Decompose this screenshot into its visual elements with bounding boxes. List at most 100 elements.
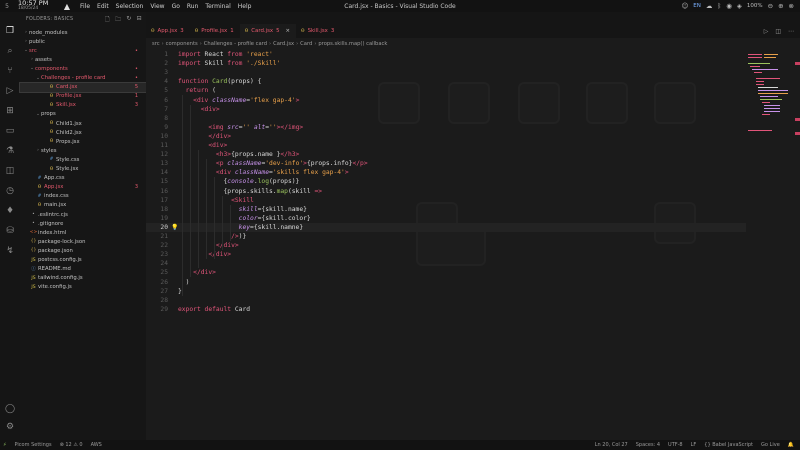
line-number[interactable]: 19 <box>146 215 168 222</box>
line-number[interactable]: 18 <box>146 206 168 213</box>
line-number[interactable]: 2 <box>146 60 168 67</box>
new-folder-icon[interactable]: 🗀 <box>115 15 121 25</box>
scrollbar-error-mark[interactable] <box>795 62 800 65</box>
keyboard-layout[interactable]: EN <box>693 3 701 9</box>
line-number[interactable]: 16 <box>146 188 168 195</box>
code-line[interactable]: 14 <div className='skills flex gap-4'> <box>146 168 746 177</box>
line-number[interactable]: 7 <box>146 106 168 113</box>
tree-folder[interactable]: ⌄ Challenges - profile card • <box>20 74 146 83</box>
tree-file[interactable]: ϴ Card.jsx 5 <box>19 81 147 93</box>
line-number[interactable]: 9 <box>146 124 168 131</box>
breadcrumb-item[interactable]: props.skills.map() callback <box>318 41 387 47</box>
code-line[interactable]: 3 <box>146 68 746 77</box>
tree-file[interactable]: JS postcss.config.js <box>20 256 146 265</box>
line-number[interactable]: 27 <box>146 288 168 295</box>
code-line[interactable]: 28 <box>146 296 746 305</box>
menu-terminal[interactable]: Terminal <box>205 3 230 10</box>
tab-app-jsx[interactable]: ϴ App.jsx 3 <box>146 24 190 38</box>
code-line[interactable]: 24 <box>146 259 746 268</box>
minimap[interactable] <box>748 52 792 132</box>
tree-folder[interactable]: › public <box>20 37 146 46</box>
line-number[interactable]: 25 <box>146 269 168 276</box>
tree-folder[interactable]: ⌄ components • <box>20 64 146 73</box>
close-icon[interactable]: ⊗ <box>789 2 794 10</box>
breadcrumb-item[interactable]: Card <box>300 41 312 47</box>
code-line[interactable]: 5 return ( <box>146 86 746 95</box>
tree-file[interactable]: {} package-lock.json <box>20 237 146 246</box>
tree-file[interactable]: JS tailwind.config.js <box>20 274 146 283</box>
tree-file[interactable]: ϴmain.jsx <box>20 201 146 210</box>
collapse-all-icon[interactable]: ⊟ <box>137 15 142 25</box>
menu-go[interactable]: Go <box>172 3 180 10</box>
notifications-bell-icon[interactable]: 🔔 <box>788 442 794 448</box>
code-line[interactable]: 19 color={skill.color} <box>146 214 746 223</box>
code-line[interactable]: 25 </div> <box>146 268 746 277</box>
tab-close-icon[interactable]: × <box>286 28 291 34</box>
scrollbar-error-mark[interactable] <box>795 118 800 121</box>
line-number[interactable]: 8 <box>146 115 168 122</box>
run-icon[interactable]: ▷ <box>764 28 769 35</box>
code-line[interactable]: 8 <box>146 114 746 123</box>
extensions-icon[interactable]: ⊞ <box>0 106 20 116</box>
line-number[interactable]: 4 <box>146 78 168 85</box>
tree-file[interactable]: ϴ Skill.jsx 3 <box>20 101 146 110</box>
tree-file[interactable]: ⓘ README.md <box>20 265 146 274</box>
line-number[interactable]: 17 <box>146 197 168 204</box>
status-indentation[interactable]: Spaces: 4 <box>636 442 660 448</box>
run-debug-icon[interactable]: ▷ <box>0 86 20 96</box>
scrollbar-error-mark[interactable] <box>795 132 800 135</box>
line-number[interactable]: 1 <box>146 51 168 58</box>
tree-file[interactable]: <> index.html <box>20 228 146 237</box>
breadcrumb-item[interactable]: Challenges - profile card <box>204 41 267 47</box>
workspace-indicator[interactable]: 5 <box>0 3 14 10</box>
code-line[interactable]: 20 key={skill.namne} 💡 <box>146 222 746 232</box>
code-line[interactable]: 22 </div> <box>146 241 746 250</box>
line-number[interactable]: 15 <box>146 178 168 185</box>
code-line[interactable]: 7 <div> <box>146 105 746 114</box>
tree-file[interactable]: • .eslintrc.cjs <box>20 210 146 219</box>
tree-file[interactable]: • .gitignore <box>20 219 146 228</box>
accounts-icon[interactable]: ☺ <box>681 2 688 10</box>
tree-file[interactable]: # App.css <box>20 174 146 183</box>
status-cursor-position[interactable]: Ln 20, Col 27 <box>595 442 628 448</box>
bluetooth-icon[interactable]: ᛒ <box>717 2 721 10</box>
line-number[interactable]: 22 <box>146 242 168 249</box>
tab-skill-jsx[interactable]: ϴ Skill.jsx 3 <box>296 24 340 38</box>
line-number[interactable]: 5 <box>146 87 168 94</box>
cloud-icon[interactable]: ☁ <box>706 2 713 10</box>
tree-file[interactable]: ϴ App.jsx 3 <box>20 183 146 192</box>
tree-folder[interactable]: › node_modules <box>20 28 146 37</box>
menu-view[interactable]: View <box>150 3 164 10</box>
code-line[interactable]: 1 import React from 'react' <box>146 50 746 59</box>
tree-file[interactable]: # index.css <box>20 192 146 201</box>
code-line[interactable]: 12 <h3>{props.name }</h3> <box>146 150 746 159</box>
line-number[interactable]: 11 <box>146 142 168 149</box>
volume-icon[interactable]: ◉ <box>726 2 732 10</box>
tree-folder[interactable]: › assets <box>20 55 146 64</box>
tree-folder[interactable]: ⌄ src • <box>20 46 146 55</box>
menu-file[interactable]: File <box>80 3 90 10</box>
wifi-icon[interactable]: ◈ <box>737 2 742 10</box>
more-actions-icon[interactable]: ⋯ <box>788 28 794 35</box>
tree-file[interactable]: ϴ Profile.jsx 1 <box>20 92 146 101</box>
line-number[interactable]: 12 <box>146 151 168 158</box>
status-eol[interactable]: LF <box>691 442 697 448</box>
live-share-icon[interactable]: ↯ <box>0 246 20 256</box>
timeline-icon[interactable]: ◷ <box>0 186 20 196</box>
tree-file[interactable]: # Style.css <box>20 155 146 164</box>
menu-run[interactable]: Run <box>187 3 199 10</box>
status-aws[interactable]: AWS <box>91 442 102 448</box>
code-line[interactable]: 23 </div> <box>146 250 746 259</box>
line-number[interactable]: 14 <box>146 169 168 176</box>
status-picom[interactable]: Picom Settings <box>15 442 52 448</box>
line-number[interactable]: 29 <box>146 306 168 313</box>
minimize-icon[interactable]: ⊖ <box>768 2 773 10</box>
remote-status-icon[interactable]: ⚡ <box>3 442 7 448</box>
status-problems[interactable]: ⊗ 12 ⚠ 0 <box>60 442 83 448</box>
breadcrumb-item[interactable]: src <box>152 41 160 47</box>
split-editor-icon[interactable]: ◫ <box>775 28 781 35</box>
account-icon[interactable]: ◯ <box>0 404 20 414</box>
tab-card-jsx[interactable]: ϴ Card.jsx 5 × <box>239 24 297 38</box>
battery-indicator[interactable]: 100% <box>747 3 763 9</box>
tree-folder[interactable]: ⌄ props <box>20 110 146 119</box>
